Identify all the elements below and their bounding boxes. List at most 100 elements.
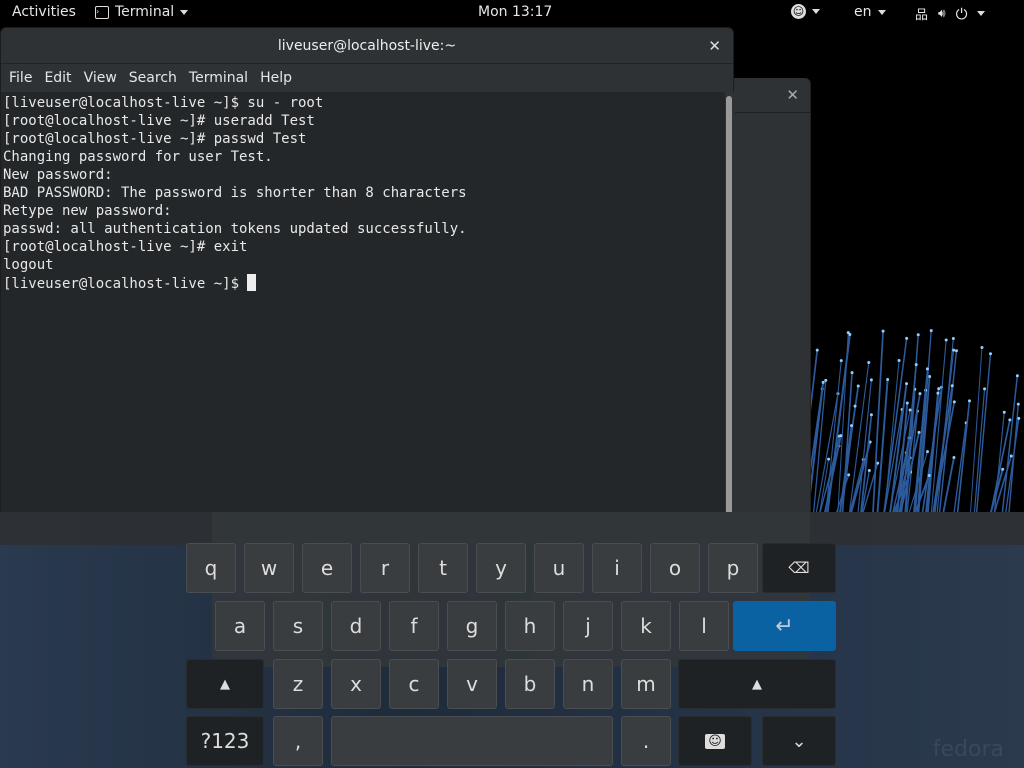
on-screen-keyboard: fedora q w e r t y u i o p ⌫ a s d f g h j k l ↵ ▲ z x c v b n m ▲ ?12…	[0, 512, 1024, 768]
shift-key-right[interactable]: ▲	[678, 659, 836, 709]
key-l[interactable]: l	[679, 601, 729, 651]
terminal-line: logout	[3, 257, 54, 273]
fiber-tip	[944, 338, 948, 342]
key-k[interactable]: k	[621, 601, 671, 651]
emoji-key[interactable]: ☺	[678, 716, 752, 766]
key-u[interactable]: u	[534, 543, 584, 593]
language-menu[interactable]: en	[854, 4, 886, 20]
terminal-line: [liveuser@localhost-live ~]$	[3, 274, 723, 293]
fiber-tip	[928, 375, 932, 379]
terminal-line: passwd: all authentication tokens update…	[3, 221, 467, 237]
enter-icon: ↵	[775, 613, 794, 639]
key-s[interactable]: s	[273, 601, 323, 651]
hide-keyboard-key[interactable]: ⌄	[762, 716, 836, 766]
backspace-key[interactable]: ⌫	[762, 543, 836, 593]
fiber-tip	[1002, 410, 1006, 414]
fiber-tip	[827, 457, 831, 461]
terminal-line: New password:	[3, 167, 113, 183]
key-c[interactable]: c	[389, 659, 439, 709]
fiber-tip	[905, 382, 909, 386]
app-menu-label: Terminal	[115, 4, 175, 20]
language-label: en	[854, 4, 872, 20]
key-r[interactable]: r	[360, 543, 410, 593]
key-comma[interactable]: ,	[273, 716, 323, 766]
fiber-tip	[952, 455, 956, 459]
fiber-tip	[824, 378, 828, 382]
key-q[interactable]: q	[186, 543, 236, 593]
fiber-tip	[916, 333, 920, 337]
key-e[interactable]: e	[302, 543, 352, 593]
close-icon[interactable]: ✕	[786, 86, 799, 104]
fiber-tip	[988, 352, 992, 356]
menu-search[interactable]: Search	[123, 70, 183, 86]
top-bar: Activities › Terminal Mon 13:17 ☺ en 品 🔊…	[0, 0, 1024, 27]
terminal-app-icon: ›	[95, 5, 109, 19]
menu-file[interactable]: File	[3, 70, 38, 86]
key-x[interactable]: x	[331, 659, 381, 709]
key-b[interactable]: b	[505, 659, 555, 709]
terminal-output[interactable]: [liveuser@localhost-live ~]$ su - root [r…	[1, 92, 725, 520]
fiber-tip	[1001, 467, 1005, 471]
key-z[interactable]: z	[273, 659, 323, 709]
menu-terminal[interactable]: Terminal	[183, 70, 254, 86]
menu-view[interactable]: View	[78, 70, 123, 86]
key-w[interactable]: w	[244, 543, 294, 593]
menu-edit[interactable]: Edit	[38, 70, 77, 86]
key-y[interactable]: y	[476, 543, 526, 593]
fiber-tip	[983, 387, 987, 391]
fiber-tip	[850, 371, 854, 375]
fiber-tip	[867, 468, 871, 472]
fiber-tip	[929, 329, 933, 333]
system-menu[interactable]: 品 🔊︎ ⏻	[915, 4, 986, 23]
fiber-tip	[1017, 416, 1021, 420]
fiber-tip	[1016, 402, 1020, 406]
fiber-tip	[951, 336, 955, 340]
close-icon[interactable]: ✕	[708, 28, 721, 64]
terminal-line: Retype new password:	[3, 203, 172, 219]
shift-key-left[interactable]: ▲	[186, 659, 264, 709]
key-j[interactable]: j	[563, 601, 613, 651]
key-g[interactable]: g	[447, 601, 497, 651]
fiber-tip	[856, 384, 860, 388]
key-v[interactable]: v	[447, 659, 497, 709]
fiber-tip	[917, 430, 921, 434]
clock[interactable]: Mon 13:17	[478, 4, 552, 20]
fiber-tip	[839, 359, 843, 363]
clock-label: Mon 13:17	[478, 4, 553, 20]
fiber-tip	[846, 331, 850, 335]
key-a[interactable]: a	[215, 601, 265, 651]
accessibility-menu[interactable]: ☺	[791, 4, 820, 19]
key-f[interactable]: f	[389, 601, 439, 651]
app-menu[interactable]: › Terminal	[95, 4, 189, 20]
key-p[interactable]: p	[708, 543, 758, 593]
key-t[interactable]: t	[418, 543, 468, 593]
key-n[interactable]: n	[563, 659, 613, 709]
key-d[interactable]: d	[331, 601, 381, 651]
key-h[interactable]: h	[505, 601, 555, 651]
window-titlebar[interactable]: liveuser@localhost-live:~ ✕	[1, 28, 733, 64]
key-i[interactable]: i	[592, 543, 642, 593]
fiber-tip	[886, 378, 890, 382]
scrollbar[interactable]	[725, 92, 735, 522]
menu-help[interactable]: Help	[254, 70, 298, 86]
background-window[interactable]: ✕	[734, 78, 811, 518]
fiber-tip	[908, 408, 912, 412]
terminal-window[interactable]: liveuser@localhost-live:~ ✕ File Edit Vie…	[0, 27, 735, 522]
space-key[interactable]	[331, 716, 613, 766]
numbers-key[interactable]: ?123	[186, 716, 264, 766]
chevron-down-icon	[180, 9, 189, 15]
fiber-strand	[932, 350, 955, 528]
terminal-line: [root@localhost-live ~]# passwd Test	[3, 131, 307, 147]
activities-button[interactable]: Activities	[12, 4, 76, 20]
fedora-watermark: fedora	[932, 737, 1004, 762]
key-m[interactable]: m	[621, 659, 671, 709]
enter-key[interactable]: ↵	[733, 601, 836, 651]
key-period[interactable]: .	[621, 716, 671, 766]
activities-label: Activities	[12, 4, 76, 20]
fiber-tip	[918, 392, 922, 396]
backspace-icon: ⌫	[788, 559, 810, 577]
fiber-tip	[925, 367, 929, 371]
fiber-tip	[1015, 374, 1019, 378]
key-o[interactable]: o	[650, 543, 700, 593]
scrollbar-thumb[interactable]	[726, 96, 732, 522]
